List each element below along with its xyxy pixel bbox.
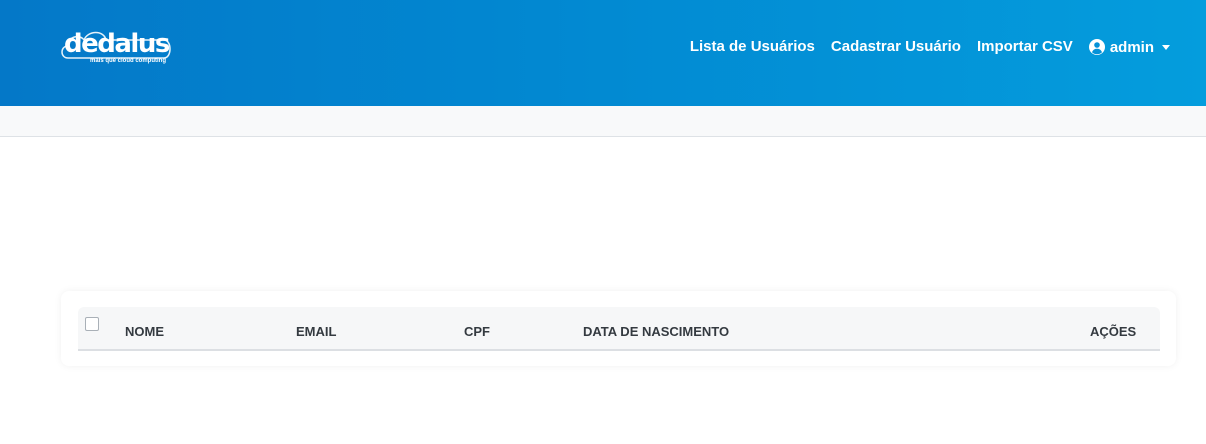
- nav-register-user[interactable]: Cadastrar Usuário: [831, 37, 961, 57]
- column-header-name[interactable]: NOME: [125, 324, 164, 339]
- breadcrumb-bar: [0, 106, 1206, 137]
- column-header-birthdate[interactable]: DATA DE NASCIMENTO: [583, 324, 729, 339]
- column-header-email[interactable]: EMAIL: [296, 324, 336, 339]
- dedalus-logo[interactable]: dedalus mais que cloud computing: [60, 26, 172, 70]
- navbar: dedalus mais que cloud computing Lista d…: [0, 0, 1206, 106]
- logo-text: dedalus: [64, 29, 170, 59]
- caret-down-icon: [1162, 44, 1170, 50]
- select-all-checkbox[interactable]: [85, 317, 99, 331]
- user-name: admin: [1109, 38, 1154, 56]
- table-header: NOME EMAIL CPF DATA DE NASCIMENTO AÇÕES: [78, 307, 1160, 351]
- user-menu-toggle[interactable]: admin: [1088, 38, 1170, 56]
- user-circle-icon: [1088, 39, 1105, 55]
- users-table-card: NOME EMAIL CPF DATA DE NASCIMENTO AÇÕES: [61, 291, 1176, 366]
- main-nav: Lista de Usuários Cadastrar Usuário Impo…: [674, 37, 1170, 57]
- logo-tagline: mais que cloud computing: [90, 58, 167, 64]
- nav-users-list[interactable]: Lista de Usuários: [690, 37, 815, 57]
- nav-import-csv[interactable]: Importar CSV: [977, 37, 1073, 57]
- column-header-actions: AÇÕES: [1090, 324, 1137, 339]
- column-header-cpf[interactable]: CPF: [464, 324, 490, 339]
